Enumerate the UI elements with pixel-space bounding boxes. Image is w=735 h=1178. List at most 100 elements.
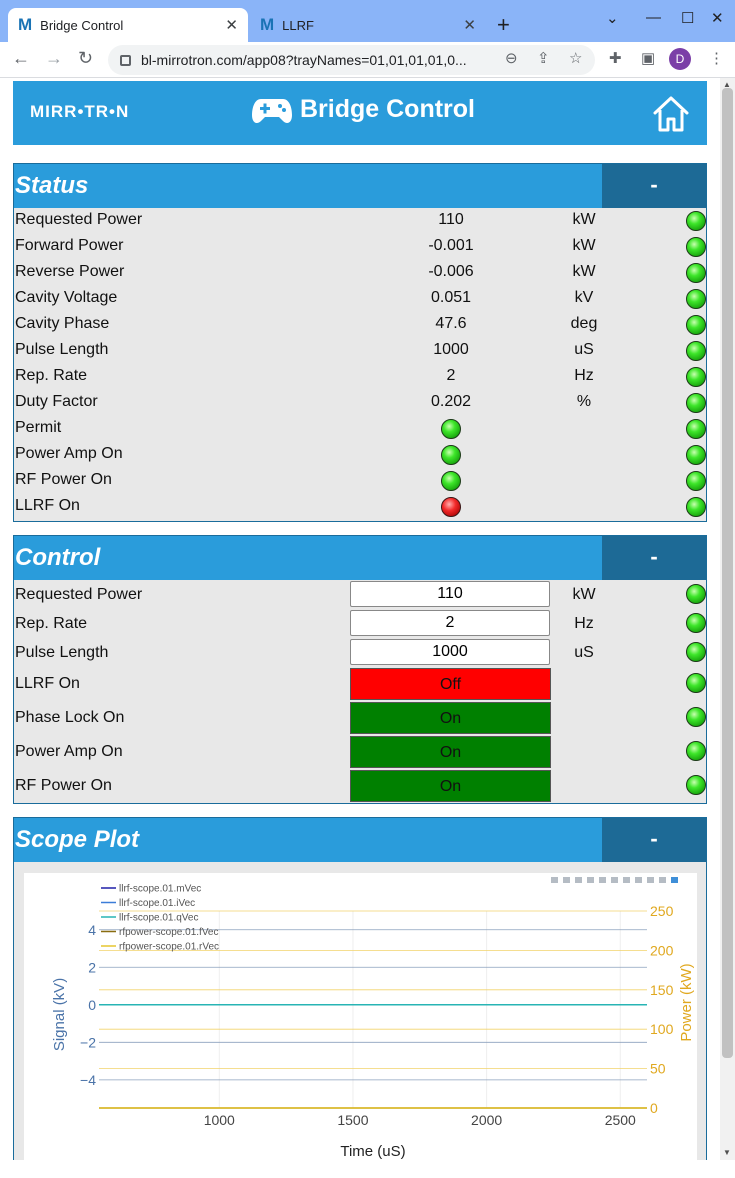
y-tick-label: −4 — [80, 1072, 96, 1088]
scroll-down-icon[interactable]: ▼ — [723, 1148, 731, 1157]
toggle-button[interactable]: On — [350, 736, 551, 768]
share-icon[interactable]: ⇪ — [537, 49, 550, 67]
status-row: Requested Power 110 kW — [14, 208, 706, 234]
control-panel: Control - Requested Power kW Rep. Rate Hz Pu… — [13, 535, 707, 804]
browser-tab-bar: M Bridge Control ✕ M LLRF ✕ + ⌄ — ☐ ✕ — [0, 0, 735, 42]
reset-axes-icon[interactable] — [623, 877, 630, 883]
control-value-input[interactable] — [350, 610, 550, 636]
control-toggle-row: LLRF On Off — [14, 667, 706, 701]
url-text: bl-mirrotron.com/app08?trayNames=01,01,0… — [141, 52, 467, 68]
scope-panel: Scope Plot - 1000 1500 2000 2500 4 2 0 −2 −4 250 2… — [13, 817, 707, 1173]
toggle-button[interactable]: On — [350, 770, 551, 802]
hover-compare-icon[interactable] — [659, 877, 666, 883]
status-row-label: Power Amp On — [15, 445, 123, 462]
minimize-icon[interactable]: — — [646, 9, 661, 26]
status-row-label: Duty Factor — [15, 393, 98, 410]
status-row: Pulse Length 1000 uS — [14, 338, 706, 364]
status-row: LLRF On — [14, 494, 706, 520]
new-tab-icon[interactable]: + — [497, 12, 510, 38]
status-led-icon — [686, 341, 706, 361]
bookmark-star-icon[interactable]: ☆ — [569, 49, 582, 67]
app-title: Bridge Control — [300, 95, 475, 123]
menu-icon[interactable]: ⋮ — [709, 49, 724, 67]
spike-lines-icon[interactable] — [635, 877, 642, 883]
x-axis-title: Time (uS) — [340, 1143, 405, 1160]
scrollbar-thumb[interactable] — [722, 88, 733, 1058]
y2-tick-label: 250 — [650, 903, 674, 919]
status-row: Cavity Voltage 0.051 kV — [14, 286, 706, 312]
side-panel-icon[interactable]: ▣ — [641, 49, 655, 67]
zoom-in-icon[interactable] — [587, 877, 594, 883]
home-icon[interactable] — [651, 93, 691, 133]
status-row: Forward Power -0.001 kW — [14, 234, 706, 260]
address-bar[interactable]: bl-mirrotron.com/app08?trayNames=01,01,0… — [108, 45, 595, 75]
status-led-icon — [686, 471, 706, 491]
control-value-input[interactable] — [350, 639, 550, 665]
tab-llrf[interactable]: M LLRF ✕ — [250, 8, 486, 42]
control-row-unit: kW — [572, 586, 596, 603]
status-collapse-button[interactable]: - — [602, 164, 706, 208]
y-tick-label: 0 — [88, 997, 96, 1013]
tab-title: Bridge Control — [40, 17, 124, 33]
control-led-icon — [686, 707, 706, 727]
control-row-label: LLRF On — [15, 675, 80, 692]
legend-label[interactable]: llrf-scope.01.mVec — [119, 884, 201, 895]
legend-label[interactable]: llrf-scope.01.qVec — [119, 913, 199, 924]
status-row: Cavity Phase 47.6 deg — [14, 312, 706, 338]
back-icon[interactable]: ← — [12, 48, 30, 69]
control-panel-header: Control - — [14, 536, 706, 580]
tab-bridge-control[interactable]: M Bridge Control ✕ — [8, 8, 248, 42]
status-row-value: -0.001 — [428, 237, 474, 254]
control-row-unit: uS — [574, 644, 594, 661]
y2-tick-label: 150 — [650, 982, 674, 998]
control-input-row: Rep. Rate Hz — [14, 609, 706, 638]
legend-label[interactable]: rfpower-scope.01.rVec — [119, 942, 219, 953]
control-row-label: Phase Lock On — [15, 709, 125, 726]
zoom-out-icon[interactable] — [599, 877, 606, 883]
control-collapse-button[interactable]: - — [602, 536, 706, 580]
autoscale-icon[interactable] — [611, 877, 618, 883]
status-led-icon — [686, 289, 706, 309]
tab-search-icon[interactable]: ⌄ — [606, 9, 619, 27]
close-tab-icon[interactable]: ✕ — [225, 16, 238, 34]
toggle-button[interactable]: On — [350, 702, 551, 734]
status-led-icon — [686, 445, 706, 465]
state-indicator-led-icon — [441, 419, 461, 439]
status-row-label: Permit — [15, 419, 62, 436]
profile-avatar[interactable]: D — [669, 48, 691, 70]
control-value-input[interactable] — [350, 581, 550, 607]
scroll-up-icon[interactable]: ▲ — [723, 80, 731, 89]
zoom-icon[interactable]: ⊖ — [505, 49, 518, 67]
control-toggle-row: RF Power On On — [14, 769, 706, 803]
extensions-icon[interactable]: ✚ — [609, 49, 622, 67]
maximize-icon[interactable]: ☐ — [681, 9, 694, 27]
tab-title: LLRF — [282, 17, 314, 33]
control-row-label: Power Amp On — [15, 743, 123, 760]
control-row-label: Rep. Rate — [15, 615, 88, 632]
status-led-icon — [686, 393, 706, 413]
plotly-logo-icon[interactable] — [671, 877, 678, 883]
control-led-icon — [686, 584, 706, 604]
status-row: RF Power On — [14, 468, 706, 494]
x-tick-label: 1500 — [337, 1112, 368, 1128]
state-indicator-led-icon — [441, 497, 461, 517]
legend-label[interactable]: rfpower-scope.01.fVec — [119, 927, 219, 938]
toggle-button[interactable]: Off — [350, 668, 551, 700]
scope-collapse-button[interactable]: - — [602, 818, 706, 862]
close-tab-icon[interactable]: ✕ — [463, 16, 476, 34]
pan-icon[interactable] — [575, 877, 582, 883]
control-row-label: Pulse Length — [15, 644, 109, 661]
zoom-icon[interactable] — [563, 877, 570, 883]
scope-plot[interactable]: 1000 1500 2000 2500 4 2 0 −2 −4 250 200 150 100 50 0 Ti… — [24, 873, 697, 1173]
state-indicator-led-icon — [441, 471, 461, 491]
y2-axis-title: Power (kW) — [678, 963, 695, 1041]
camera-icon[interactable] — [551, 877, 558, 883]
status-led-icon — [686, 211, 706, 231]
window-close-icon[interactable]: ✕ — [711, 9, 724, 27]
forward-icon[interactable]: → — [45, 48, 63, 69]
status-row: Rep. Rate 2 Hz — [14, 364, 706, 390]
reload-icon[interactable]: ↻ — [78, 48, 93, 69]
legend-label[interactable]: llrf-scope.01.iVec — [119, 898, 195, 909]
hover-closest-icon[interactable] — [647, 877, 654, 883]
status-row: Power Amp On — [14, 442, 706, 468]
